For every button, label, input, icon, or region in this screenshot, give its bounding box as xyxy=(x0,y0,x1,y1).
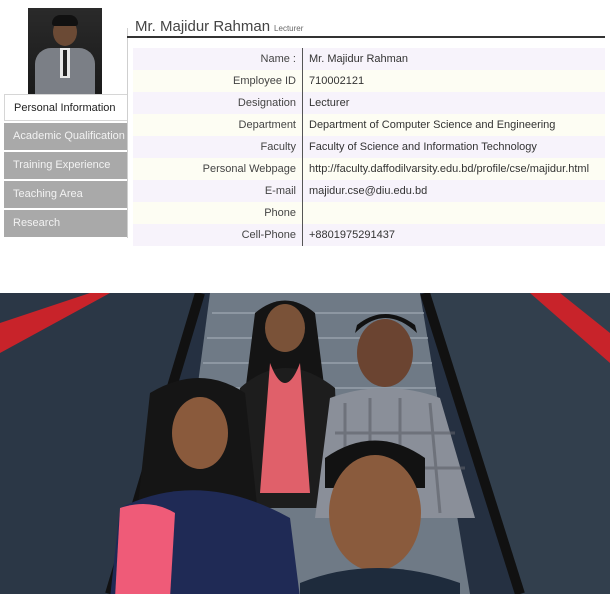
info-value xyxy=(303,202,605,224)
info-label: Department xyxy=(133,114,303,136)
profile-photo xyxy=(28,8,102,94)
nav-training-experience[interactable]: Training Experience xyxy=(4,152,127,179)
info-label: Personal Webpage xyxy=(133,158,303,180)
info-row-designation: Designation Lecturer xyxy=(133,92,605,114)
info-label: Phone xyxy=(133,202,303,224)
info-row-name: Name : Mr. Majidur Rahman xyxy=(133,48,605,70)
info-row-phone: Phone xyxy=(133,202,605,224)
info-value: +8801975291437 xyxy=(309,229,395,241)
group-photo xyxy=(0,293,610,594)
personal-webpage-link[interactable]: http://faculty.daffodilvarsity.edu.bd/pr… xyxy=(303,158,605,180)
info-label: Faculty xyxy=(133,136,303,158)
info-label: Name : xyxy=(133,48,303,70)
personal-info-table: Name : Mr. Majidur Rahman Employee ID 71… xyxy=(133,48,605,246)
info-row-personal-webpage: Personal Webpage http://faculty.daffodil… xyxy=(133,158,605,180)
info-row-employee-id: Employee ID 710002121 xyxy=(133,70,605,92)
nav-personal-information[interactable]: Personal Information xyxy=(4,94,127,121)
info-label: E-mail xyxy=(133,180,303,202)
profile-name: Mr. Majidur Rahman xyxy=(135,18,271,35)
info-label: Employee ID xyxy=(133,70,303,92)
info-label: Cell-Phone xyxy=(133,224,303,246)
info-value: Mr. Majidur Rahman xyxy=(309,53,409,65)
info-value: 710002121 xyxy=(309,75,365,87)
info-value: Department of Computer Science and Engin… xyxy=(309,119,556,131)
info-label: Designation xyxy=(133,92,303,114)
profile-role-tag: Lecturer xyxy=(274,24,304,33)
nav-teaching-area[interactable]: Teaching Area xyxy=(4,181,127,208)
nav-academic-qualification[interactable]: Academic Qualification xyxy=(4,123,127,150)
info-row-department: Department Department of Computer Scienc… xyxy=(133,114,605,136)
info-row-email: E-mail majidur.cse@diu.edu.bd xyxy=(133,180,605,202)
info-value: Lecturer xyxy=(309,97,350,109)
nav-research[interactable]: Research xyxy=(4,210,127,237)
info-row-cell-phone: Cell-Phone +8801975291437 xyxy=(133,224,605,246)
info-value: Faculty of Science and Information Techn… xyxy=(309,141,537,153)
profile-header: Mr. Majidur Rahman Lecturer xyxy=(127,12,605,38)
info-row-faculty: Faculty Faculty of Science and Informati… xyxy=(133,136,605,158)
email-link[interactable]: majidur.cse@diu.edu.bd xyxy=(303,180,605,202)
profile-side-nav: Personal Information Academic Qualificat… xyxy=(4,94,127,239)
divider xyxy=(127,28,128,238)
escalator-scene xyxy=(0,293,610,594)
profile-name-heading: Mr. Majidur Rahman Lecturer xyxy=(135,18,303,35)
